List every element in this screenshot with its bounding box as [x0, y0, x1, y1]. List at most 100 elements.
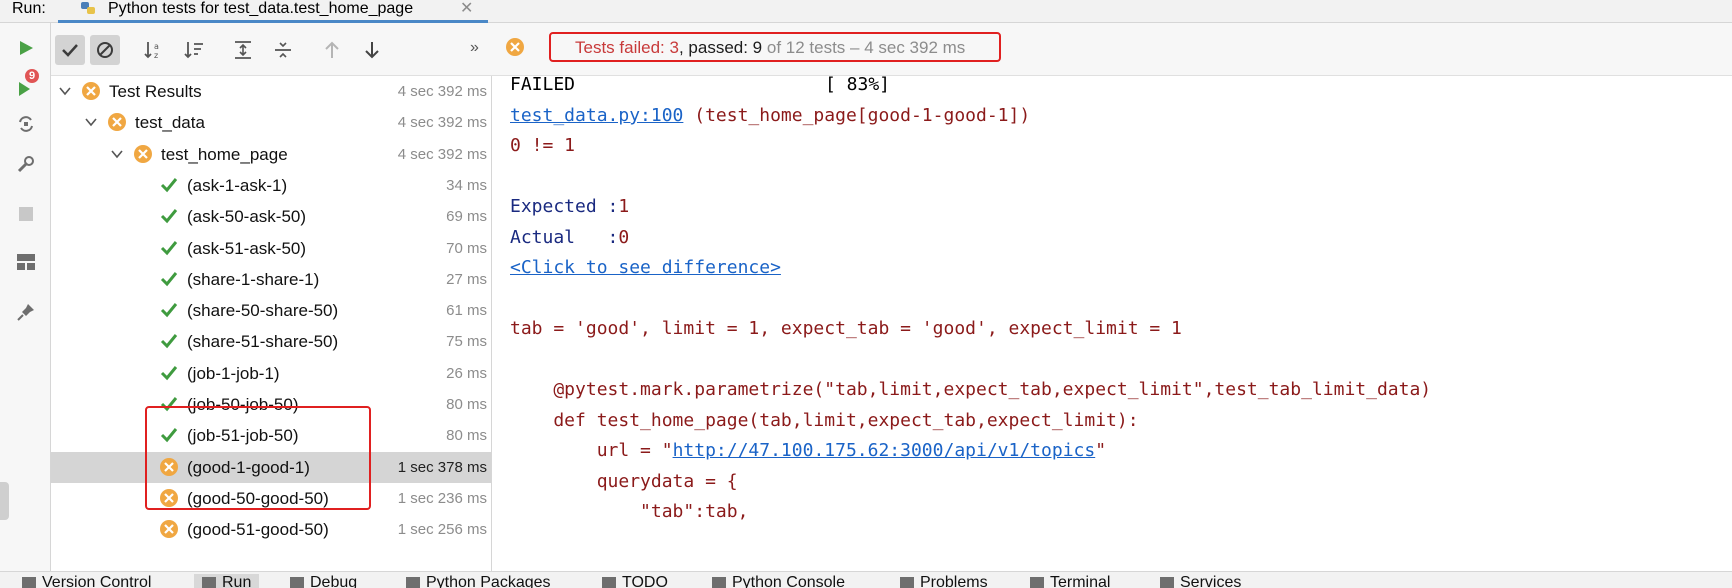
tool-tab-run[interactable]: Run — [194, 574, 260, 588]
status-text: Tests failed: 3, passed: 9 of 12 tests –… — [575, 38, 965, 58]
more-actions-icon[interactable]: » — [470, 39, 479, 57]
test-duration: 27 ms — [446, 270, 487, 288]
show-ignored-icon[interactable] — [90, 35, 120, 65]
pin-icon[interactable] — [13, 299, 39, 325]
tool-tab-label: Version Control — [42, 574, 152, 588]
toggle-auto-test-icon[interactable] — [13, 111, 39, 137]
source-location-link[interactable]: test_data.py:100 — [510, 105, 683, 126]
rerun-icon[interactable] — [13, 35, 39, 61]
tree-row[interactable]: (ask-50-ask-50) 69 ms — [51, 201, 491, 232]
code-url-suffix: " — [1095, 440, 1107, 461]
tool-window-bar: Version Control Run Debug Python Packages TO… — [0, 571, 1732, 588]
side-panel-handle[interactable] — [0, 482, 9, 520]
test-failed-icon — [108, 113, 126, 132]
test-name: (job-50-job-50) — [187, 395, 299, 414]
chevron-down-icon[interactable] — [85, 117, 97, 127]
rerun-failed-tests-icon[interactable]: 9 — [13, 69, 39, 101]
version-control-icon — [22, 577, 36, 588]
failed-count-badge: 9 — [25, 69, 39, 83]
tree-row[interactable]: (good-51-good-50) 1 sec 256 ms — [51, 514, 491, 545]
tool-tab-terminal[interactable]: Terminal — [1030, 574, 1110, 588]
wrench-icon[interactable] — [13, 151, 39, 177]
svg-text:z: z — [154, 51, 158, 60]
test-failed-icon — [160, 457, 178, 476]
test-passed-icon — [160, 271, 178, 287]
tool-tab-services[interactable]: Services — [1160, 574, 1241, 588]
tree-row[interactable]: test_data 4 sec 392 ms — [51, 107, 491, 138]
test-passed-icon — [160, 365, 178, 380]
actual-label: Actual : — [510, 227, 619, 248]
tool-tab-python-console[interactable]: Python Console — [712, 574, 845, 588]
tree-row[interactable]: (job-50-job-50) 80 ms — [51, 389, 491, 420]
tool-tab-debug[interactable]: Debug — [290, 574, 357, 588]
tool-tab-label: Python Packages — [426, 574, 551, 588]
test-id: (test_home_page[good-1-good-1]) — [683, 105, 1031, 126]
see-difference-link[interactable]: <Click to see difference> — [510, 257, 781, 278]
test-duration: 4 sec 392 ms — [397, 114, 487, 132]
python-console-icon — [712, 577, 726, 588]
test-name: (share-50-share-50) — [187, 301, 339, 321]
run-label: Run: — [12, 0, 46, 17]
test-duration: 34 ms — [446, 176, 487, 194]
expand-all-icon[interactable] — [228, 35, 258, 65]
tool-tab-problems[interactable]: Problems — [900, 574, 988, 588]
tree-row[interactable]: (good-50-good-50) 1 sec 236 ms — [51, 483, 491, 514]
tree-row[interactable]: (share-51-share-50) 75 ms — [51, 326, 491, 357]
test-duration: 70 ms — [446, 239, 487, 257]
tree-row[interactable]: (ask-1-ask-1) 34 ms — [51, 170, 491, 201]
tree-row[interactable]: (ask-51-ask-50) 70 ms — [51, 233, 491, 264]
test-name: (good-1-good-1) — [187, 457, 310, 477]
services-icon — [1160, 577, 1174, 588]
debug-icon — [290, 577, 304, 588]
console-status-line: FAILED [ 83%] — [510, 76, 890, 97]
stop-icon[interactable] — [13, 201, 39, 227]
test-console-output: FAILED [ 83%] test_data.py:100 (test_home… — [493, 76, 1732, 571]
tree-row[interactable]: (share-1-share-1) 27 ms — [51, 264, 491, 295]
test-failed-icon — [160, 520, 178, 539]
tool-tab-label: Problems — [920, 574, 988, 588]
tool-tab-version-control[interactable]: Version Control — [22, 574, 151, 588]
code-tab-line: "tab":tab, — [510, 501, 749, 522]
test-duration: 75 ms — [446, 333, 487, 351]
status-total: of 12 tests – 4 sec 392 ms — [762, 38, 966, 57]
sort-alphabetically-icon[interactable]: az — [139, 35, 169, 65]
test-name: (good-50-good-50) — [187, 488, 329, 508]
test-duration: 69 ms — [446, 208, 487, 226]
failed-word: FAILED — [510, 76, 576, 95]
tool-tab-label: Run — [222, 574, 252, 588]
test-duration: 80 ms — [446, 427, 487, 445]
test-passed-icon — [160, 334, 178, 349]
layout-icon[interactable] — [13, 249, 39, 275]
test-runner-toolbar: az » Tests failed: 3, passed: 9 of 12 te… — [51, 23, 1732, 76]
tree-row[interactable]: Test Results 4 sec 392 ms — [51, 76, 491, 107]
previous-failed-icon[interactable] — [317, 35, 347, 65]
tree-row[interactable]: (job-1-job-1) 26 ms — [51, 358, 491, 389]
status-failed-count: Tests failed: 3 — [575, 38, 679, 57]
run-tab-title: Python tests for test_data.test_home_pag… — [108, 0, 414, 17]
test-duration: 61 ms — [446, 302, 487, 320]
assertion-message: 0 != 1 — [510, 135, 576, 156]
chevron-down-icon[interactable] — [59, 86, 71, 96]
test-results-tree: Test Results 4 sec 392 ms test_data 4 sec 3… — [51, 76, 492, 571]
run-configuration-tab[interactable]: Python tests for test_data.test_home_pag… — [58, 0, 488, 23]
chevron-down-icon[interactable] — [111, 149, 123, 159]
close-tab-icon[interactable]: ✕ — [460, 0, 473, 18]
sort-by-duration-icon[interactable] — [179, 35, 209, 65]
tree-row[interactable]: test_home_page 4 sec 392 ms — [51, 139, 491, 170]
tool-tab-python-packages[interactable]: Python Packages — [406, 574, 551, 588]
tree-row[interactable]: (good-1-good-1) 1 sec 378 ms — [51, 451, 491, 483]
api-url-link[interactable]: http://47.100.175.62:3000/api/v1/topics — [673, 440, 1096, 461]
tool-tab-label: Debug — [310, 574, 358, 588]
run-tool-window-header: Run: Python tests for test_data.test_hom… — [0, 0, 1732, 23]
actual-line: Actual :0 — [510, 226, 629, 250]
tool-tab-todo[interactable]: TODO — [602, 574, 668, 588]
actual-value: 0 — [618, 227, 630, 248]
test-name: Test Results — [109, 82, 202, 101]
collapse-all-icon[interactable] — [268, 35, 298, 65]
next-failed-icon[interactable] — [357, 35, 387, 65]
tree-row[interactable]: (job-51-job-50) 80 ms — [51, 420, 491, 451]
test-passed-icon — [160, 397, 178, 412]
show-passed-icon[interactable] — [55, 35, 85, 65]
tree-row[interactable]: (share-50-share-50) 61 ms — [51, 295, 491, 326]
test-passed-icon — [160, 303, 178, 318]
